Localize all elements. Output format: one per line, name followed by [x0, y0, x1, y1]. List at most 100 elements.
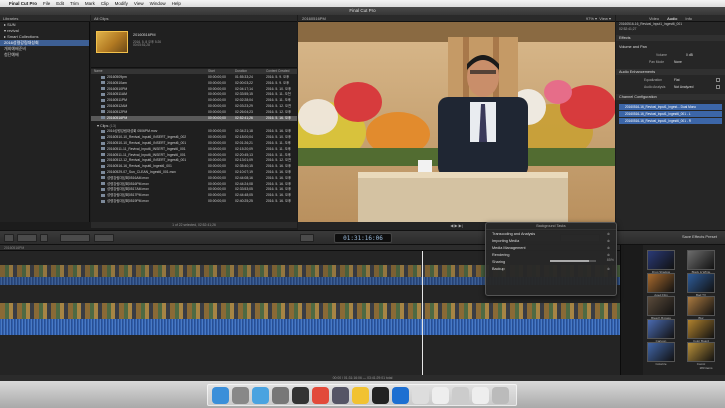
keyword-button[interactable] — [17, 234, 37, 242]
eq-value[interactable]: Flat — [674, 78, 680, 82]
effect-thumbnail[interactable] — [687, 273, 715, 293]
close-task-icon[interactable]: ⊗ — [607, 253, 610, 257]
pan-mode-value[interactable]: None — [674, 60, 682, 64]
col-duration[interactable]: Duration — [235, 69, 247, 74]
browser-row[interactable]: 20160510-10_Revival_Input6_INSERT_Ingest… — [91, 141, 297, 147]
final-cut-icon[interactable] — [292, 386, 309, 404]
effects-categories[interactable] — [621, 245, 643, 375]
browser-row[interactable]: 20160516-16_Revival_Input6_Ingest6_001 00… — [91, 164, 297, 170]
chrome-icon[interactable] — [312, 386, 329, 404]
effect-thumbnail[interactable] — [687, 342, 715, 362]
library-item[interactable]: 첨단예배 — [0, 52, 89, 58]
effects-section[interactable]: Effects — [619, 36, 631, 40]
close-task-icon[interactable]: ⊗ — [607, 232, 610, 236]
close-task-icon[interactable]: ⊗ — [607, 239, 610, 243]
browser-row[interactable]: 20160511-11_Revival_Input6_INSERT_Ingest… — [91, 147, 297, 153]
channel-config-section[interactable]: Channel Configuration — [619, 95, 657, 99]
browser-filter[interactable]: All Clips — [91, 15, 297, 22]
menu-help[interactable]: Help — [172, 1, 181, 6]
browser-row[interactable]: 20160510am 00:00:00;00 02:00:03;22 2016. 5.… — [91, 81, 297, 87]
launchpad-icon[interactable] — [232, 386, 249, 404]
audio-enhancements-section[interactable]: Audio Enhancements — [619, 70, 655, 74]
tab-audio[interactable]: Audio — [667, 15, 677, 21]
menu-clip[interactable]: Clip — [101, 1, 109, 6]
menu-mark[interactable]: Mark — [85, 1, 95, 6]
row-start: 00:00:00;00 — [208, 135, 226, 140]
window-title: Final Cut Pro — [0, 7, 725, 15]
menu-file[interactable]: File — [43, 1, 50, 6]
browser-row[interactable]: 20160529-07_Sun_CLEAN_Ingest6_001.mov 00:… — [91, 170, 297, 176]
channel-row[interactable]: 20160516-16_Revival_Input1_Ingest6_001 -… — [619, 111, 722, 117]
col-created[interactable]: Content Created — [266, 69, 289, 74]
browser-row[interactable]: 20160516PM 00:00:00;00 02:52:41;26 2016. 5.… — [91, 115, 297, 122]
effect-thumbnail[interactable] — [687, 250, 715, 270]
channel-row[interactable]: 20160516-16_Revival_Input1_Ingest... Dua… — [619, 104, 722, 110]
effect-thumbnail[interactable] — [647, 273, 675, 293]
effect-thumbnail[interactable] — [687, 296, 715, 316]
close-task-icon[interactable]: ⊗ — [607, 267, 610, 271]
zoom-menu[interactable]: 97% — [586, 16, 594, 21]
preview-icon[interactable] — [412, 386, 429, 404]
browser-row[interactable]: 성령강림대성회0517PM.mov 00:00:00;00 02:44:48;05 2… — [91, 193, 297, 199]
enhance-button[interactable] — [40, 234, 48, 242]
volume-pan-section[interactable]: Volume and Pan — [619, 45, 647, 49]
teamviewer-icon[interactable] — [392, 386, 409, 404]
effect-thumbnail[interactable] — [647, 319, 675, 339]
viewer[interactable] — [298, 22, 615, 222]
browser-row[interactable]: 20160512PM 00:00:00;00 02:26:04;23 2016. 5.… — [91, 110, 297, 116]
clips-group-header[interactable]: ▾ Clips (13) — [97, 123, 116, 128]
eq-checkbox[interactable] — [716, 78, 720, 82]
row-duration: 02:44:08;16 — [235, 175, 253, 180]
row-duration: 02:35:40;15 — [235, 164, 253, 169]
menu-trim[interactable]: Trim — [70, 1, 79, 6]
preview-duration: 00:05:51;28 — [133, 43, 150, 47]
browser-row[interactable]: 성령강림대성회0519PM.mov 00:00:00;00 02:40:25;25 2… — [91, 199, 297, 205]
browser-row[interactable]: 20160512AM 00:00:00;00 02:03:23;29 2016. 5.… — [91, 104, 297, 110]
effect-thumbnail[interactable] — [647, 250, 675, 270]
tab-info[interactable]: Info — [685, 15, 692, 21]
menu-view[interactable]: View — [134, 1, 144, 6]
effect-thumbnail[interactable] — [687, 319, 715, 339]
document-icon[interactable] — [432, 386, 449, 404]
compressor-icon[interactable] — [332, 386, 349, 404]
system-prefs-icon[interactable] — [272, 386, 289, 404]
tab-video[interactable]: Video — [649, 15, 659, 21]
safari-icon[interactable] — [252, 386, 269, 404]
menu-modify[interactable]: Modify — [115, 1, 128, 6]
channel-row[interactable]: 20160516-16_Revival_Input1_Ingest6_001 -… — [619, 118, 722, 124]
image-icon[interactable] — [472, 386, 489, 404]
browser-row[interactable]: 20160509pm 00:00:00;00 01:55:33;24 2016. 5.… — [91, 75, 297, 81]
effect-thumbnail[interactable] — [647, 342, 675, 362]
playhead[interactable] — [422, 251, 423, 375]
browser-row[interactable]: 성령강림대성회0516AM.mov 00:00:00;00 02:44:08;16 2… — [91, 176, 297, 182]
analysis-checkbox[interactable] — [716, 85, 720, 89]
edit-buttons[interactable] — [60, 234, 90, 242]
row-duration: 02:10:07;19 — [235, 170, 253, 174]
history-buttons[interactable] — [300, 234, 314, 242]
app-menu[interactable]: Final Cut Pro — [9, 1, 37, 6]
cyberduck-icon[interactable] — [352, 386, 369, 404]
effect-thumbnail[interactable] — [647, 296, 675, 316]
clip-thumbnail[interactable] — [96, 31, 128, 53]
tool-menu[interactable] — [94, 234, 114, 242]
activity-monitor-icon[interactable] — [372, 386, 389, 404]
browser-row[interactable]: 20160511PM 00:00:00;00 02:02:28;04 2016. 5.… — [91, 98, 297, 104]
volume-value[interactable]: 0 dB — [686, 53, 693, 57]
col-start[interactable]: Start — [208, 69, 215, 74]
col-name[interactable]: Name — [94, 69, 103, 74]
menu-edit[interactable]: Edit — [56, 1, 64, 6]
finder-icon[interactable] — [212, 386, 229, 404]
row-name: 20160516PM — [101, 116, 127, 122]
menu-window[interactable]: Window — [150, 1, 166, 6]
browser-row[interactable]: 20160510-10_Revival_Input6_INSERT_Ingest… — [91, 135, 297, 141]
trash-icon[interactable] — [492, 386, 509, 404]
clip-icon — [101, 182, 105, 186]
timecode-display[interactable]: 01:31:16:06 — [334, 233, 392, 243]
primary-storyline-clip[interactable] — [0, 303, 620, 335]
folder-icon[interactable] — [452, 386, 469, 404]
view-menu[interactable]: View — [599, 16, 608, 21]
media-import-button[interactable] — [4, 234, 14, 242]
save-effects-preset-button[interactable]: Save Effects Preset — [682, 234, 717, 239]
play-button[interactable]: ◀ ▶ ▶| — [450, 223, 463, 228]
close-task-icon[interactable]: ⊗ — [607, 246, 610, 250]
